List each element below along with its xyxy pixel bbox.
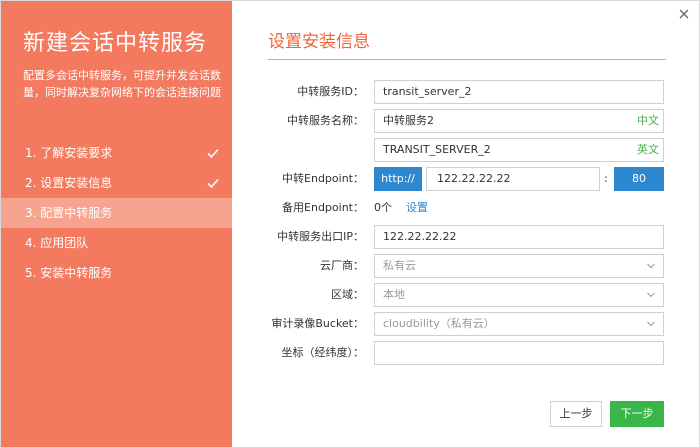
service-name-label: 中转服务名称： [287, 114, 364, 127]
region-value: 本地 [383, 288, 405, 301]
check-icon [207, 178, 219, 189]
bucket-label: 审计录像Bucket： [271, 317, 364, 330]
row-service-id: 中转服务ID： transit_server_2 [232, 80, 699, 104]
step-item-4[interactable]: 4. 应用团队 [1, 228, 232, 258]
backup-endpoint-settings-link[interactable]: 设置 [406, 196, 428, 220]
service-name-cn-value: 中转服务2 [383, 114, 434, 127]
exit-ip-value: 122.22.22.22 [383, 230, 457, 243]
chevron-down-icon [647, 321, 655, 327]
service-id-label: 中转服务ID： [297, 85, 364, 98]
bucket-select[interactable]: cloudbility（私有云） [374, 312, 664, 336]
sidebar-description: 配置多会话中转服务，可提升并发会话数量，同时解决复杂网络下的会话连接问题 [23, 69, 221, 99]
coordinates-label: 坐标（经纬度）： [281, 346, 365, 359]
dialog: 新建会话中转服务 配置多会话中转服务，可提升并发会话数量，同时解决复杂网络下的会… [0, 0, 700, 448]
row-backup-endpoint: 备用Endpoint： 0个 设置 [232, 196, 699, 220]
lang-tag-en: 英文 [637, 143, 659, 156]
close-icon[interactable] [677, 7, 691, 21]
cloud-vendor-label: 云厂商： [320, 259, 364, 272]
main-panel: 设置安装信息 中转服务ID： transit_server_2 中转服务名称： … [232, 1, 699, 447]
service-id-value: transit_server_2 [383, 85, 472, 98]
step-item-2[interactable]: 2. 设置安装信息 [1, 168, 232, 198]
port-separator: : [604, 172, 608, 185]
protocol-select[interactable]: http:// [374, 167, 422, 191]
step-label: 1. 了解安装要求 [25, 146, 113, 160]
port-input[interactable]: 80 [614, 167, 664, 191]
next-button[interactable]: 下一步 [610, 401, 664, 427]
cloud-vendor-select[interactable]: 私有云 [374, 254, 664, 278]
row-coordinates: 坐标（经纬度）： [232, 341, 699, 365]
step-label: 3. 配置中转服务 [25, 206, 113, 220]
step-label: 4. 应用团队 [25, 236, 89, 250]
service-name-en-value: TRANSIT_SERVER_2 [383, 143, 491, 156]
prev-button[interactable]: 上一步 [550, 401, 602, 427]
region-label: 区域： [331, 288, 364, 301]
endpoint-host-input[interactable]: 122.22.22.22 [426, 167, 600, 191]
endpoint-label: 中转Endpoint： [282, 172, 364, 185]
step-item-5[interactable]: 5. 安装中转服务 [1, 258, 232, 288]
exit-ip-input[interactable]: 122.22.22.22 [374, 225, 664, 249]
endpoint-host-value: 122.22.22.22 [437, 172, 511, 185]
check-icon [207, 148, 219, 159]
chevron-down-icon [647, 292, 655, 298]
lang-tag-cn: 中文 [637, 114, 659, 127]
step-item-3[interactable]: 3. 配置中转服务 [1, 198, 232, 228]
row-bucket: 审计录像Bucket： cloudbility（私有云） [232, 312, 699, 336]
chevron-down-icon [647, 263, 655, 269]
backup-endpoint-count: 0个 [374, 201, 392, 214]
cloud-vendor-value: 私有云 [383, 259, 416, 272]
backup-endpoint-label: 备用Endpoint： [282, 201, 364, 214]
step-label: 5. 安装中转服务 [25, 266, 113, 280]
sidebar-title: 新建会话中转服务 [23, 31, 208, 56]
exit-ip-label: 中转服务出口IP： [277, 230, 364, 243]
service-name-cn-input[interactable]: 中转服务2 中文 [374, 109, 664, 133]
step-list: 1. 了解安装要求 2. 设置安装信息 3. 配置中转服务 4. 应用团队 5.… [1, 138, 232, 288]
service-id-input[interactable]: transit_server_2 [374, 80, 664, 104]
step-item-1[interactable]: 1. 了解安装要求 [1, 138, 232, 168]
row-endpoint: 中转Endpoint： http:// 122.22.22.22 : 80 [232, 167, 699, 191]
row-service-name: 中转服务名称： 中转服务2 中文 [232, 109, 699, 133]
coordinates-input[interactable] [374, 341, 664, 365]
row-region: 区域： 本地 [232, 283, 699, 307]
region-select[interactable]: 本地 [374, 283, 664, 307]
page-title: 设置安装信息 [268, 32, 370, 52]
sidebar: 新建会话中转服务 配置多会话中转服务，可提升并发会话数量，同时解决复杂网络下的会… [1, 1, 232, 447]
bucket-value: cloudbility（私有云） [383, 317, 495, 330]
step-label: 2. 设置安装信息 [25, 176, 113, 190]
row-cloud-vendor: 云厂商： 私有云 [232, 254, 699, 278]
row-exit-ip: 中转服务出口IP： 122.22.22.22 [232, 225, 699, 249]
service-name-en-input[interactable]: TRANSIT_SERVER_2 英文 [374, 138, 664, 162]
row-service-name-en: TRANSIT_SERVER_2 英文 [232, 138, 699, 162]
title-divider [268, 59, 666, 60]
